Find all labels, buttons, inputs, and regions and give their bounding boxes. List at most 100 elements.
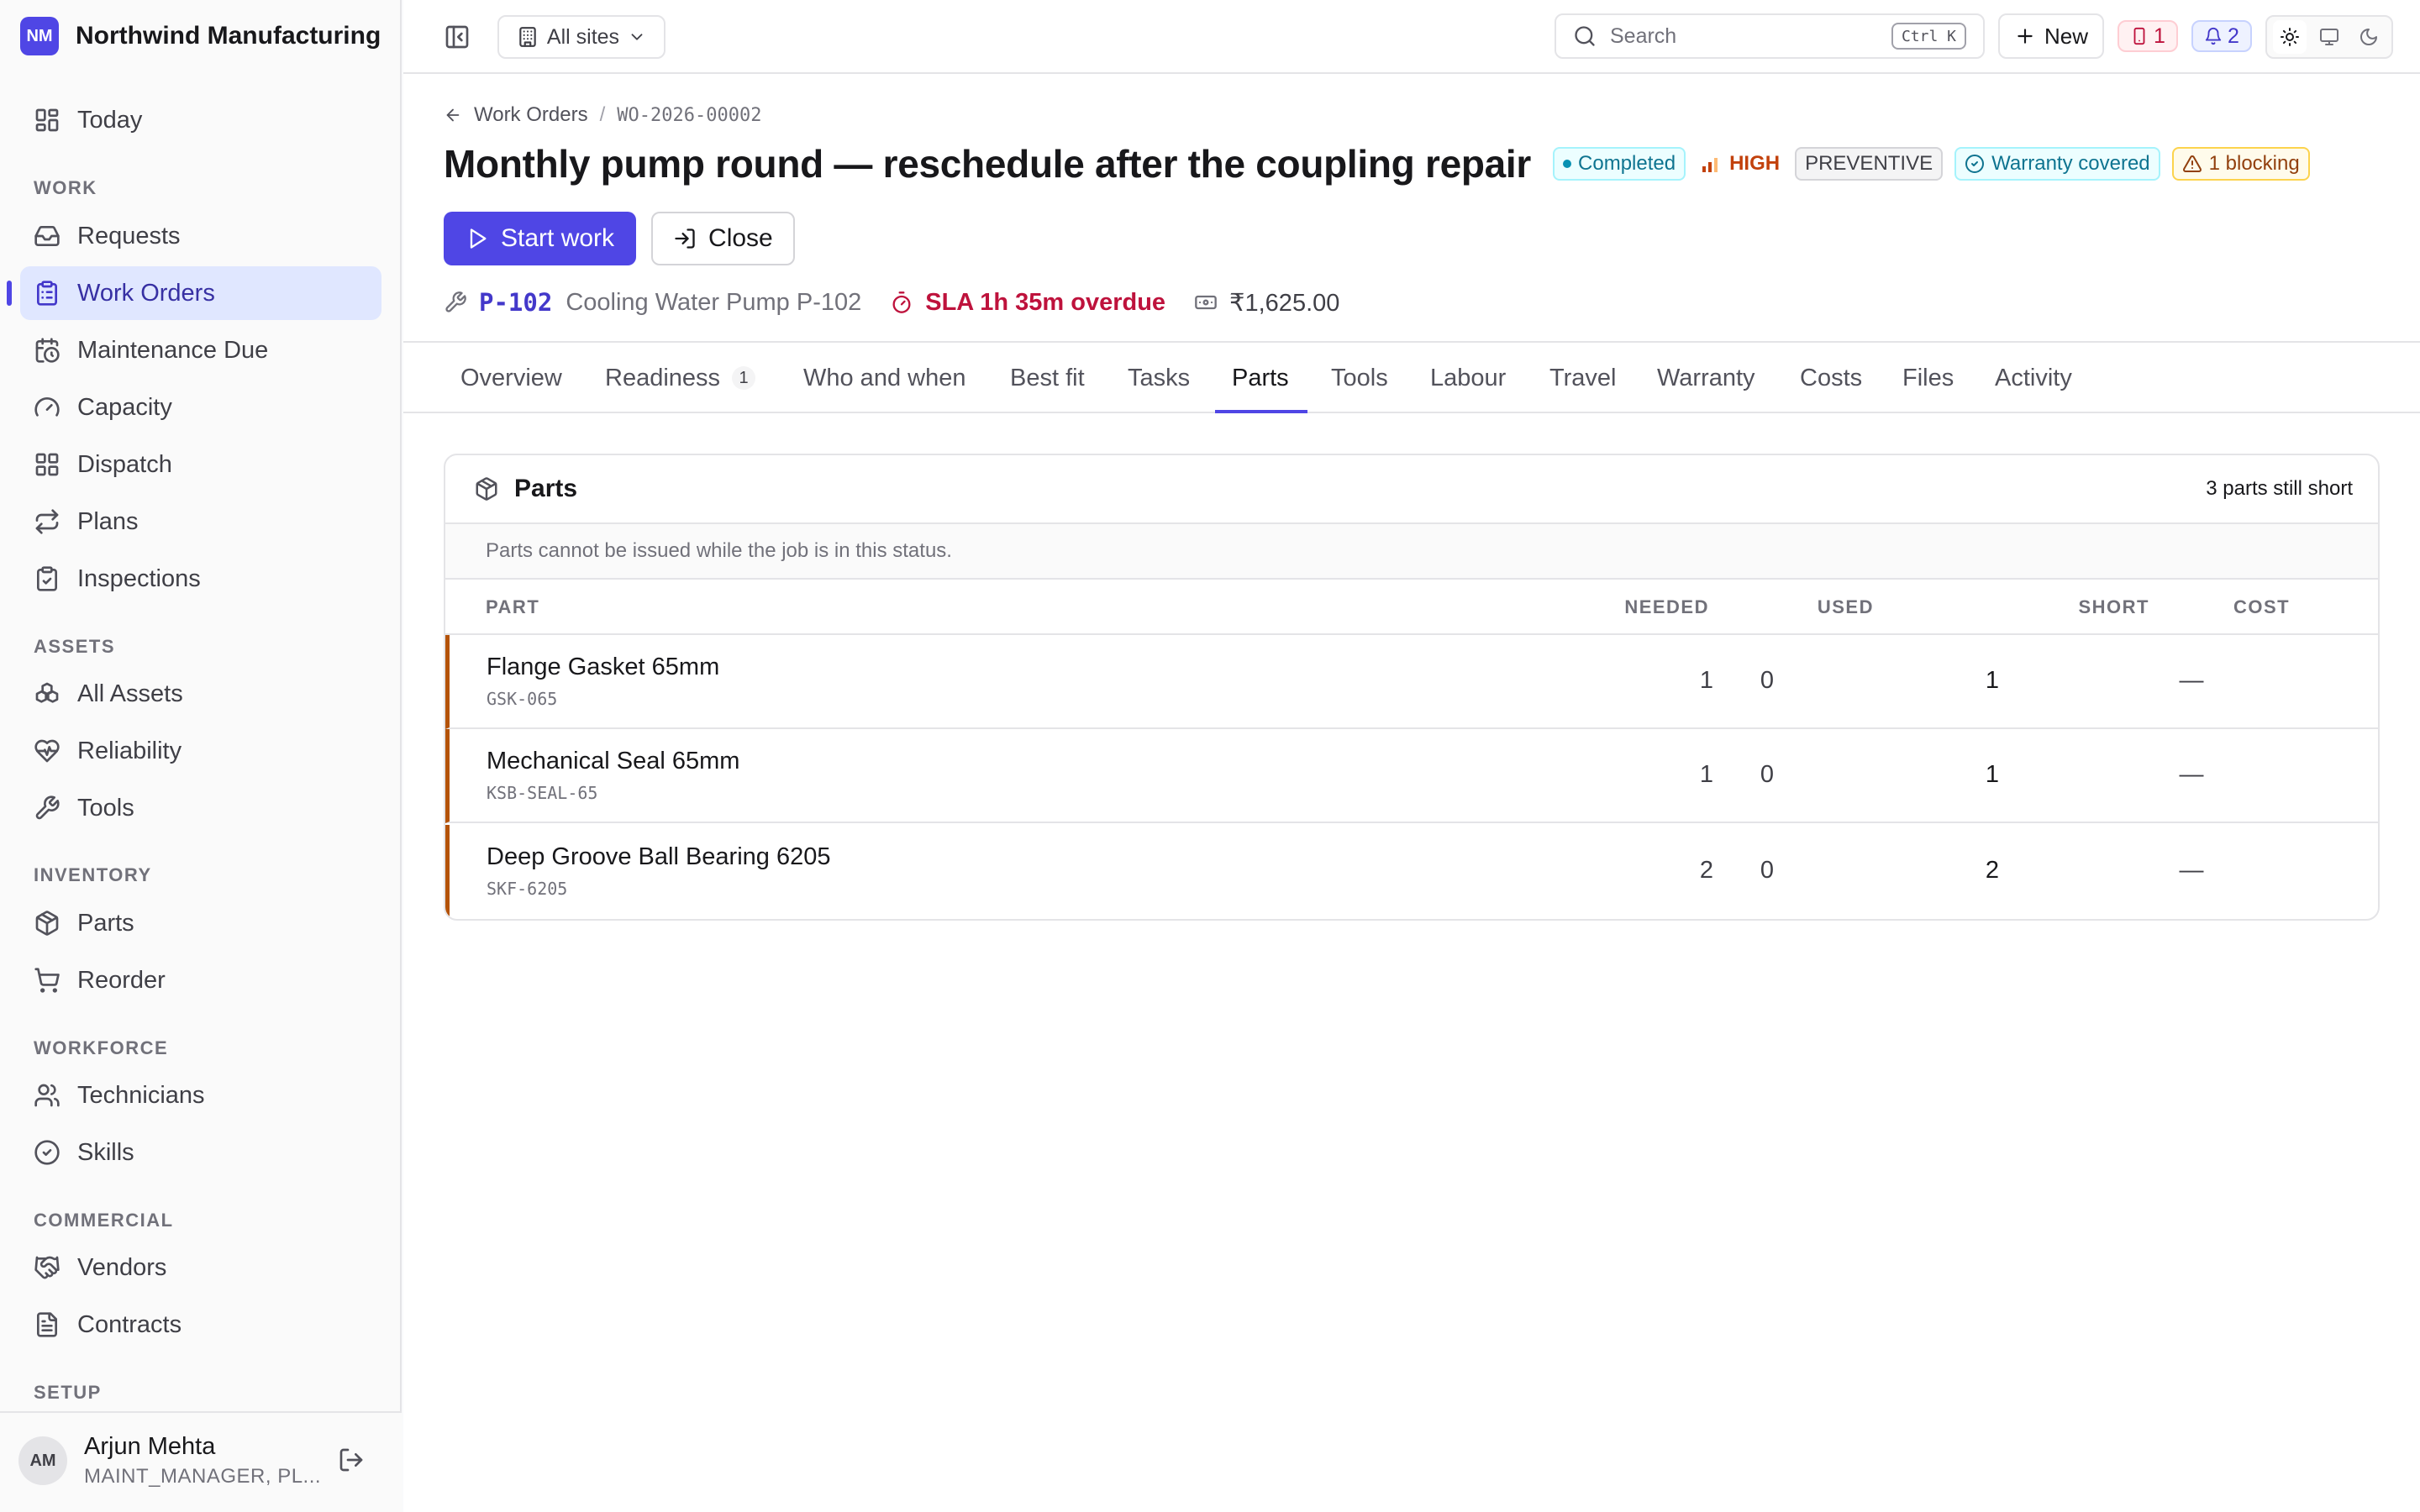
table-row[interactable]: Flange Gasket 65mm GSK-065 1 0 1 —: [445, 635, 2378, 729]
sla-status: SLA 1h 35m overdue: [925, 288, 1166, 316]
tab-files[interactable]: Files: [1902, 343, 1954, 413]
theme-switcher: [2265, 15, 2393, 59]
sidebar-item-all-assets[interactable]: All Assets: [20, 667, 381, 721]
repeat-icon: [35, 509, 59, 534]
active-indicator: [7, 281, 12, 306]
asset-code-link[interactable]: P-102: [479, 288, 552, 317]
sidebar-item-label: Today: [77, 106, 143, 134]
sidebar-item-contracts[interactable]: Contracts: [20, 1298, 381, 1352]
tab-labour[interactable]: Labour: [1430, 343, 1506, 413]
search-input[interactable]: Search Ctrl K: [1555, 13, 1985, 59]
avatar[interactable]: AM: [18, 1436, 67, 1485]
notifications-button[interactable]: 2: [2191, 20, 2252, 52]
nav-section-assets: ASSETS: [34, 636, 116, 657]
clipboard-check-icon: [37, 566, 57, 591]
total-cost: ₹1,625.00: [1229, 289, 1340, 317]
wrench-icon: [35, 795, 60, 820]
new-button-label: New: [2044, 23, 2088, 49]
sidebar-item-parts[interactable]: Parts: [20, 896, 381, 950]
inbox-icon: [34, 226, 60, 246]
clipboard-icon: [37, 281, 57, 306]
tab-overview[interactable]: Overview: [460, 343, 562, 413]
sidebar-item-maintenance-due[interactable]: Maintenance Due: [20, 323, 381, 377]
sidebar-item-inspections[interactable]: Inspections: [20, 552, 381, 606]
heart-pulse-icon: [34, 739, 60, 763]
theme-dark-button[interactable]: [2352, 20, 2386, 54]
needed-qty: 1: [1699, 667, 1713, 694]
sidebar-item-reorder[interactable]: Reorder: [20, 953, 381, 1007]
new-button[interactable]: New: [1998, 13, 2104, 59]
site-selector-label: All sites: [546, 24, 620, 49]
sidebar-item-today[interactable]: Today: [20, 93, 381, 147]
tab-who-and-when[interactable]: Who and when: [803, 343, 965, 413]
start-work-label: Start work: [501, 224, 615, 252]
search-placeholder: Search: [1610, 24, 1677, 48]
sidebar-item-skills[interactable]: Skills: [20, 1126, 381, 1179]
sidebar-item-label: Vendors: [77, 1253, 167, 1281]
sidebar-item-tools[interactable]: Tools: [20, 781, 381, 835]
signal-bars-icon: [1702, 158, 1718, 172]
sidebar-item-capacity[interactable]: Capacity: [20, 381, 381, 434]
sidebar-item-technicians[interactable]: Technicians: [20, 1068, 381, 1122]
status-badge: Completed: [1553, 147, 1686, 181]
site-selector[interactable]: All sites: [497, 15, 666, 59]
used-qty: 0: [1760, 857, 1774, 884]
panel-left-icon: [445, 25, 469, 49]
arrow-left-icon[interactable]: [444, 106, 462, 124]
sidebar-item-plans[interactable]: Plans: [20, 495, 381, 549]
theme-system-button[interactable]: [2312, 20, 2346, 54]
column-header-cost: COST: [2233, 596, 2291, 617]
needed-qty: 1: [1699, 761, 1713, 788]
sidebar-item-work-orders[interactable]: Work Orders: [20, 266, 381, 320]
sidebar-item-label: Reliability: [77, 737, 182, 764]
priority-badge: HIGH: [1697, 152, 1783, 176]
theme-light-button[interactable]: [2273, 20, 2307, 54]
tab-parts[interactable]: Parts: [1232, 343, 1289, 413]
tab-warranty[interactable]: Warranty: [1657, 343, 1755, 413]
brand[interactable]: NM Northwind Manufacturing: [20, 17, 381, 55]
tab-activity[interactable]: Activity: [1995, 343, 2072, 413]
cart-icon: [34, 968, 60, 993]
start-work-button[interactable]: Start work: [444, 212, 637, 265]
table-row[interactable]: Deep Groove Ball Bearing 6205 SKF-6205 2…: [445, 825, 2378, 919]
part-sku: SKF-6205: [487, 879, 568, 899]
tab-costs[interactable]: Costs: [1800, 343, 1862, 413]
sidebar-item-requests[interactable]: Requests: [20, 209, 381, 263]
sidebar-item-vendors[interactable]: Vendors: [20, 1241, 381, 1294]
close-button[interactable]: Close: [651, 212, 795, 265]
tab-tools[interactable]: Tools: [1331, 343, 1388, 413]
short-qty: 1: [1985, 761, 1999, 788]
moon-icon: [2360, 29, 2377, 45]
check-circle-icon: [1965, 155, 1985, 173]
blocking-badge[interactable]: 1 blocking: [2171, 147, 2310, 181]
tab-label: Readiness: [605, 364, 721, 391]
sidebar-item-dispatch[interactable]: Dispatch: [20, 438, 381, 491]
search-shortcut: Ctrl K: [1891, 23, 1966, 50]
play-icon: [470, 228, 487, 249]
sidebar-item-label: Capacity: [77, 393, 172, 421]
wrench-icon: [445, 291, 466, 312]
sidebar-item-label: Skills: [77, 1138, 134, 1166]
page-title: Monthly pump round — reschedule after th…: [444, 142, 1532, 186]
table-row[interactable]: Mechanical Seal 65mm KSB-SEAL-65 1 0 1 —: [445, 729, 2378, 823]
parts-table-body: Flange Gasket 65mm GSK-065 1 0 1 — Mecha…: [445, 635, 2378, 919]
timer-icon: [892, 291, 911, 313]
action-bar: Start work Close: [444, 212, 795, 265]
calendar-clock-icon: [35, 338, 60, 363]
brand-name: Northwind Manufacturing: [76, 22, 381, 50]
tab-best-fit[interactable]: Best fit: [1010, 343, 1085, 413]
sidebar-toggle-button[interactable]: [439, 20, 476, 54]
short-qty: 1: [1985, 667, 1999, 694]
sidebar-item-reliability[interactable]: Reliability: [20, 724, 381, 778]
breadcrumb-parent-link[interactable]: Work Orders: [474, 103, 588, 127]
alerts-button[interactable]: 1: [2118, 20, 2178, 52]
logout-icon[interactable]: [338, 1446, 365, 1473]
parts-short-summary: 3 parts still short: [2206, 477, 2353, 500]
monitor-icon: [2319, 29, 2338, 45]
needed-qty: 2: [1699, 857, 1713, 884]
tab-readiness[interactable]: Readiness 1: [605, 343, 756, 413]
tab-travel[interactable]: Travel: [1549, 343, 1617, 413]
topbar: All sites Search Ctrl K New 1 2: [403, 0, 2420, 74]
tab-tasks[interactable]: Tasks: [1128, 343, 1190, 413]
warranty-badge: Warranty covered: [1954, 147, 2160, 181]
